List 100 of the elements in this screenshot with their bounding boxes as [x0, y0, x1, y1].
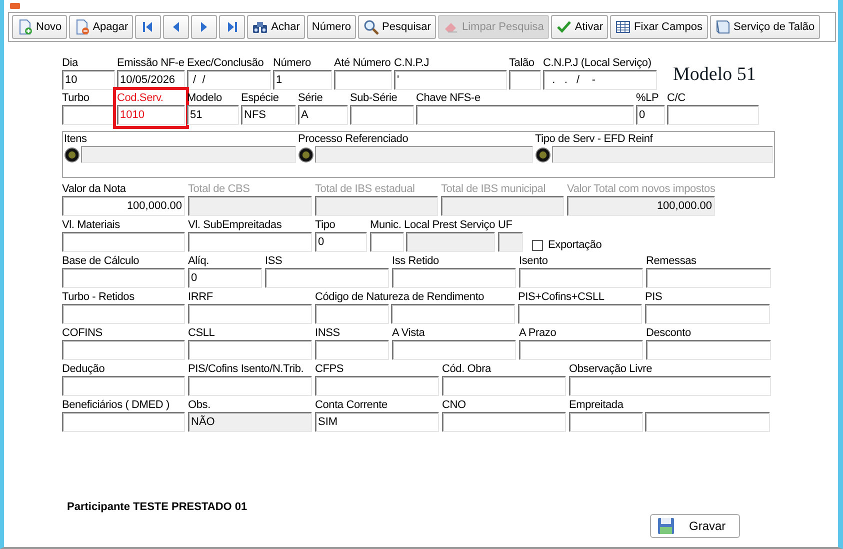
- input-field[interactable]: [188, 304, 312, 324]
- input-field[interactable]: [646, 340, 771, 360]
- input-field[interactable]: [519, 268, 643, 288]
- input-field[interactable]: [315, 304, 389, 324]
- input-field[interactable]: 1: [273, 70, 332, 90]
- field-label: Código de Natureza de Rendimento: [315, 290, 486, 304]
- input-field[interactable]: [498, 232, 524, 252]
- input-field[interactable]: [442, 412, 566, 432]
- input-field[interactable]: [569, 412, 643, 432]
- input-field[interactable]: [188, 376, 312, 396]
- field-label: Sub-Série: [350, 91, 398, 105]
- input-field[interactable]: [645, 412, 770, 432]
- field-label: Alíq.: [188, 254, 210, 268]
- field-label: Talão: [509, 56, 536, 70]
- radio-icon[interactable]: [535, 146, 551, 162]
- navigation-button[interactable]: [135, 15, 162, 39]
- radio-icon[interactable]: [298, 146, 314, 162]
- input-field[interactable]: [442, 376, 566, 396]
- participant-text: Participante TESTE PRESTADO 01: [67, 501, 248, 515]
- field-label: Dedução: [62, 362, 106, 376]
- input-field[interactable]: [315, 340, 389, 360]
- input-field[interactable]: [569, 376, 771, 396]
- input-field[interactable]: [315, 376, 439, 396]
- input-field[interactable]: [350, 105, 414, 125]
- input-field[interactable]: [519, 340, 643, 360]
- field-label: UF: [498, 218, 514, 232]
- input-field[interactable]: SIM: [315, 412, 439, 432]
- input-field[interactable]: 100,000.00: [62, 196, 185, 216]
- input-field[interactable]: [62, 105, 115, 125]
- toolbar-button[interactable]: Ativar: [550, 15, 608, 39]
- navigation-button[interactable]: [219, 15, 246, 39]
- input-field[interactable]: [391, 304, 515, 324]
- input-field[interactable]: [370, 232, 404, 252]
- input-field[interactable]: [416, 105, 634, 125]
- input-field[interactable]: 51: [187, 105, 239, 125]
- input-field[interactable]: / /: [187, 70, 271, 90]
- input-field[interactable]: 10: [62, 70, 115, 90]
- field-label: Cód. Obra: [442, 362, 492, 376]
- radio-icon[interactable]: [64, 146, 80, 162]
- field-label: INSS: [315, 326, 341, 340]
- export-checkbox[interactable]: [532, 240, 544, 250]
- field-label: Exec/Conclusão: [187, 56, 265, 70]
- toolbar-button[interactable]: Pesquisar: [358, 15, 436, 39]
- checkmark-icon: [556, 19, 572, 35]
- field-label: %LP: [636, 91, 660, 105]
- input-field[interactable]: 0: [188, 268, 262, 288]
- input-field[interactable]: [645, 304, 770, 324]
- new-document-icon: [17, 19, 33, 35]
- input-field[interactable]: [518, 304, 642, 324]
- field-label: Dia: [62, 56, 80, 70]
- input-field[interactable]: [62, 232, 185, 252]
- input-field[interactable]: [265, 268, 389, 288]
- input-field[interactable]: [188, 340, 312, 360]
- input-field[interactable]: 0: [636, 105, 665, 125]
- input-field[interactable]: [509, 70, 541, 90]
- field-label: C/C: [667, 91, 686, 105]
- field-label: PIS/Cofins Isento/N.Trib.: [188, 362, 305, 376]
- toolbar-button[interactable]: Achar: [247, 15, 305, 39]
- input-field[interactable]: [392, 340, 516, 360]
- input-field[interactable]: [334, 70, 392, 90]
- input-field[interactable]: [81, 146, 296, 163]
- model-title: Modelo 51: [673, 64, 756, 86]
- save-button[interactable]: Gravar: [650, 514, 740, 538]
- field-label: Munic. Local Prest Serviço: [370, 218, 496, 232]
- field-label: Chave NFS-e: [416, 91, 482, 105]
- input-field[interactable]: [406, 232, 495, 252]
- app-icon: [10, 3, 20, 9]
- input-field[interactable]: [646, 268, 771, 288]
- input-field[interactable]: A: [298, 105, 348, 125]
- toolbar-button[interactable]: Serviço de Talão: [710, 15, 820, 39]
- input-field[interactable]: 0: [315, 232, 367, 252]
- toolbar-button[interactable]: Novo: [12, 15, 67, 39]
- toolbar-button[interactable]: Número: [306, 15, 356, 39]
- field-label: C.N.P.J (Local Serviço): [543, 56, 652, 70]
- input-field[interactable]: [188, 232, 312, 252]
- navigation-button[interactable]: [191, 15, 218, 39]
- toolbar-button[interactable]: Fixar Campos: [610, 15, 708, 39]
- input-field[interactable]: ': [394, 70, 507, 90]
- input-field[interactable]: NÃO: [188, 412, 312, 432]
- field-label: Turbo - Retidos: [62, 290, 136, 304]
- input-field[interactable]: . . / -: [543, 70, 657, 90]
- input-field[interactable]: NFS: [241, 105, 296, 125]
- field-label: Turbo: [62, 91, 90, 105]
- field-label: IRRF: [188, 290, 214, 304]
- navigation-button[interactable]: [163, 15, 190, 39]
- field-label: CSLL: [188, 326, 216, 340]
- input-field[interactable]: [552, 146, 773, 163]
- field-label: ISS: [265, 254, 284, 268]
- input-field[interactable]: [62, 376, 185, 396]
- input-field[interactable]: [667, 105, 759, 125]
- field-label: Isento: [519, 254, 549, 268]
- toolbar-button[interactable]: Apagar: [68, 15, 134, 39]
- field-label: Total de CBS: [188, 182, 251, 196]
- input-field[interactable]: [62, 340, 185, 360]
- input-field[interactable]: [315, 146, 533, 163]
- input-field[interactable]: [62, 268, 185, 288]
- input-field[interactable]: 1010: [117, 105, 185, 125]
- input-field[interactable]: [392, 268, 516, 288]
- input-field[interactable]: [62, 412, 185, 432]
- input-field[interactable]: [62, 304, 185, 324]
